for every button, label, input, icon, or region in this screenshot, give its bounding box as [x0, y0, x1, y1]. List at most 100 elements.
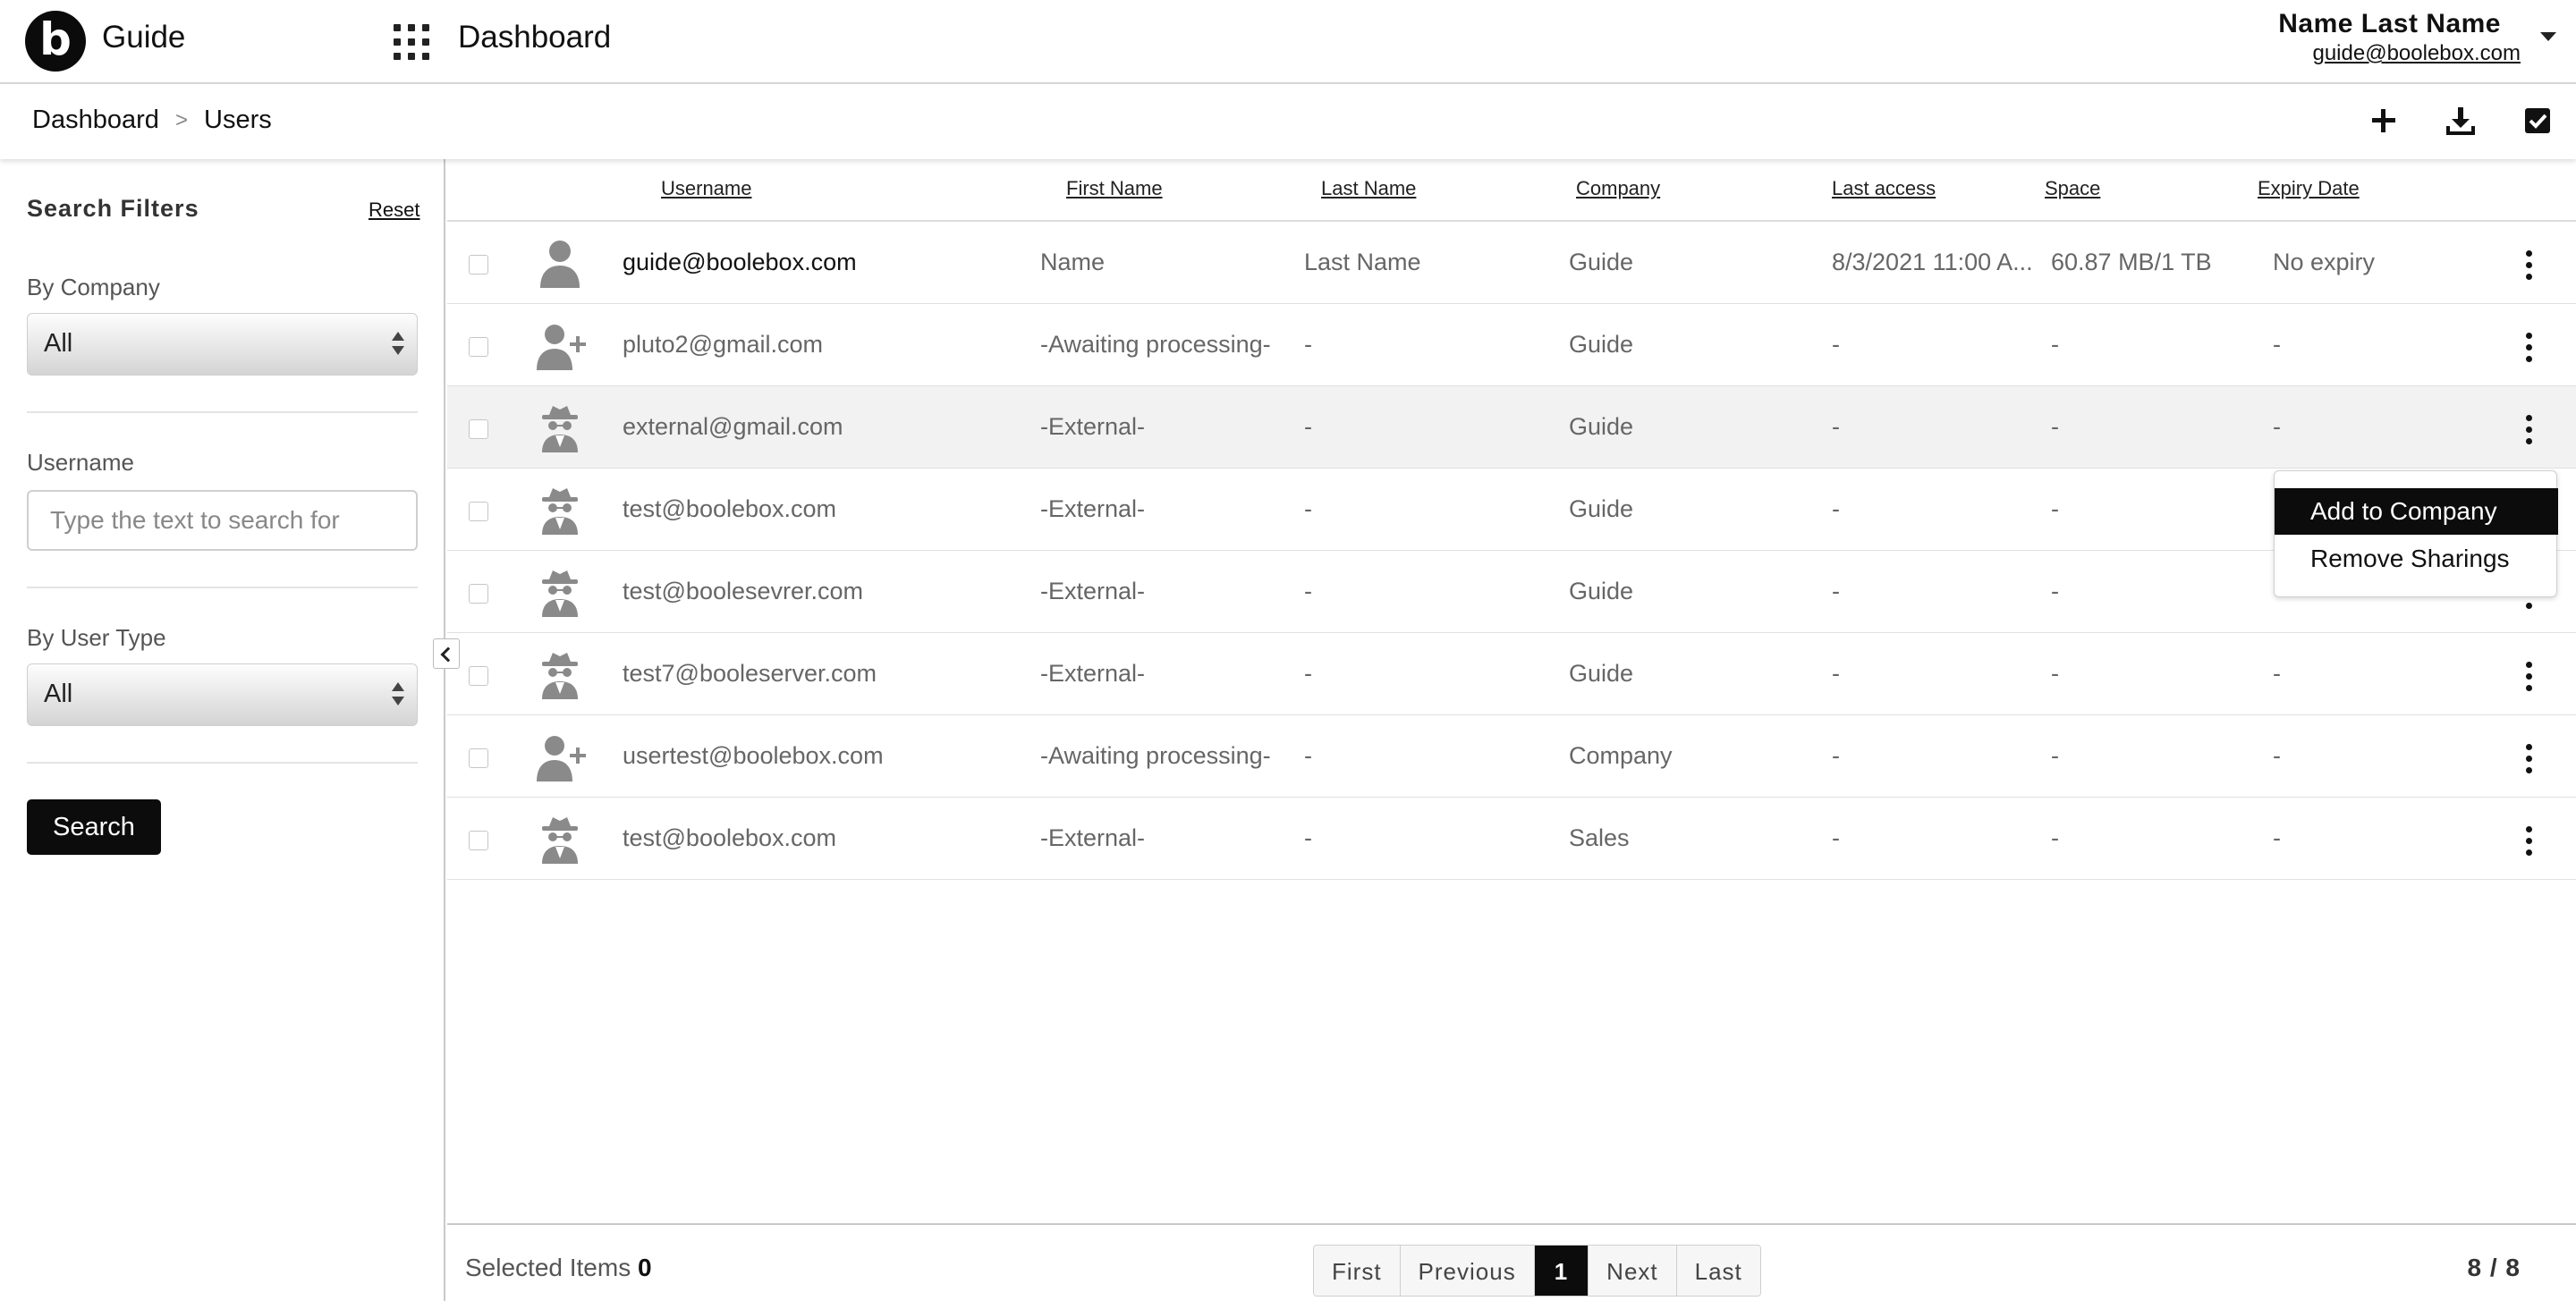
- spy-icon: [533, 649, 587, 701]
- cell-expiry-date: -: [2273, 742, 2281, 769]
- row-checkbox[interactable]: [469, 831, 488, 850]
- row-checkbox[interactable]: [469, 337, 488, 357]
- cell-expiry-date: -: [2273, 660, 2281, 687]
- cell-space: -: [2051, 660, 2059, 687]
- search-button[interactable]: Search: [27, 799, 161, 855]
- cell-space: -: [2051, 495, 2059, 522]
- reset-link[interactable]: Reset: [369, 199, 419, 222]
- column-header-expiry-date[interactable]: Expiry Date: [2258, 177, 2360, 200]
- filters-title: Search Filters: [27, 195, 199, 222]
- user-email[interactable]: guide@boolebox.com: [2312, 41, 2521, 66]
- cell-company: Guide: [1569, 249, 1634, 275]
- divider: [27, 587, 418, 588]
- column-header-username[interactable]: Username: [661, 177, 751, 200]
- table-row[interactable]: usertest@boolebox.com -Awaiting processin…: [447, 715, 2576, 798]
- cell-last-name: -: [1304, 495, 1312, 522]
- user-icon: [533, 238, 587, 290]
- row-actions-kebab-icon[interactable]: [2524, 662, 2533, 692]
- table-row[interactable]: guide@boolebox.com Name Last Name Guide 8/3/…: [447, 222, 2576, 304]
- row-actions-kebab-icon[interactable]: [2524, 250, 2533, 281]
- table-row[interactable]: external@gmail.com -External- - Guide - - -: [447, 386, 2576, 469]
- divider: [27, 762, 418, 764]
- cell-space: -: [2051, 824, 2059, 851]
- breadcrumb: Dashboard > Users: [0, 84, 2576, 159]
- record-count: 8 / 8: [2467, 1254, 2521, 1281]
- cell-first-name: -Awaiting processing-: [1040, 742, 1271, 769]
- selected-count: 0: [637, 1254, 652, 1281]
- user-add-icon: [533, 320, 587, 372]
- pager-previous-button[interactable]: Previous: [1400, 1246, 1535, 1296]
- collapse-sidebar-chevron-left-icon[interactable]: [433, 638, 460, 669]
- cell-username[interactable]: test@boolebox.com: [623, 495, 836, 523]
- row-actions-kebab-icon[interactable]: [2524, 333, 2533, 363]
- cell-expiry-date: -: [2273, 824, 2281, 851]
- search-filters-panel: Search Filters Reset By Company All User…: [0, 159, 445, 1301]
- page-title: Dashboard: [458, 20, 612, 55]
- cell-last-access: 8/3/2021 11:00 A...: [1832, 249, 2033, 275]
- row-actions-kebab-icon[interactable]: [2524, 415, 2533, 445]
- table-row[interactable]: test@boolebox.com -External- - Sales - - -: [447, 798, 2576, 880]
- cell-username[interactable]: usertest@boolebox.com: [623, 742, 884, 770]
- cell-space: -: [2051, 742, 2059, 769]
- cell-first-name: -External-: [1040, 824, 1146, 851]
- cell-first-name: -Awaiting processing-: [1040, 331, 1271, 358]
- column-header-last-name[interactable]: Last Name: [1321, 177, 1416, 200]
- cell-last-access: -: [1832, 660, 1840, 687]
- row-checkbox[interactable]: [469, 666, 488, 686]
- pager-page-1-button[interactable]: 1: [1534, 1246, 1589, 1296]
- spy-icon: [533, 814, 587, 866]
- cell-username[interactable]: guide@boolebox.com: [623, 249, 857, 276]
- cell-username[interactable]: external@gmail.com: [623, 413, 843, 441]
- username-search-input[interactable]: [27, 490, 418, 551]
- company-filter-label: By Company: [27, 274, 160, 300]
- usertype-select[interactable]: All: [27, 663, 418, 726]
- cell-company: Company: [1569, 742, 1673, 769]
- column-header-company[interactable]: Company: [1576, 177, 1660, 200]
- column-header-space[interactable]: Space: [2045, 177, 2100, 200]
- company-select[interactable]: All: [27, 313, 418, 376]
- cell-expiry-date: -: [2273, 331, 2281, 358]
- row-checkbox[interactable]: [469, 502, 488, 521]
- table-row[interactable]: pluto2@gmail.com -Awaiting processing- - Gu…: [447, 304, 2576, 386]
- cell-company: Guide: [1569, 331, 1634, 358]
- cell-company: Sales: [1569, 824, 1630, 851]
- menu-item-remove-sharings[interactable]: Remove Sharings: [2275, 536, 2558, 582]
- cell-last-name: -: [1304, 660, 1312, 687]
- row-checkbox[interactable]: [469, 584, 488, 604]
- row-actions-kebab-icon[interactable]: [2524, 826, 2533, 857]
- top-bar: b Guide Dashboard Name Last Name guide@b…: [0, 0, 2576, 84]
- cell-username[interactable]: pluto2@gmail.com: [623, 331, 823, 359]
- check-square-icon[interactable]: [2521, 104, 2555, 138]
- cell-first-name: -External-: [1040, 660, 1146, 687]
- table-row[interactable]: test@boolesevrer.com -External- - Guide - -: [447, 551, 2576, 633]
- row-checkbox[interactable]: [469, 255, 488, 275]
- user-menu-caret-icon[interactable]: [2540, 32, 2556, 41]
- cell-username[interactable]: test@boolebox.com: [623, 824, 836, 852]
- cell-first-name: -External-: [1040, 495, 1146, 522]
- row-checkbox[interactable]: [469, 748, 488, 768]
- cell-username[interactable]: test@boolesevrer.com: [623, 578, 863, 605]
- cell-username[interactable]: test7@booleserver.com: [623, 660, 877, 688]
- apps-grid-icon[interactable]: [394, 24, 429, 60]
- menu-item-add-to-company[interactable]: Add to Company: [2275, 488, 2558, 535]
- cell-last-name: -: [1304, 824, 1312, 851]
- user-name[interactable]: Name Last Name: [2278, 9, 2501, 39]
- column-header-first-name[interactable]: First Name: [1066, 177, 1163, 200]
- row-checkbox[interactable]: [469, 419, 488, 439]
- pager-last-button[interactable]: Last: [1676, 1246, 1760, 1296]
- pager-next-button[interactable]: Next: [1589, 1246, 1677, 1296]
- cell-last-access: -: [1832, 495, 1840, 522]
- cell-company: Guide: [1569, 413, 1634, 440]
- row-actions-kebab-icon[interactable]: [2524, 744, 2533, 774]
- pager-first-button[interactable]: First: [1314, 1246, 1401, 1296]
- plus-icon[interactable]: [2367, 104, 2401, 138]
- breadcrumb-dashboard[interactable]: Dashboard: [32, 106, 159, 135]
- app-title: Guide: [102, 20, 186, 55]
- column-header-last-access[interactable]: Last access: [1832, 177, 1936, 200]
- download-icon[interactable]: [2444, 104, 2478, 138]
- boolebox-logo[interactable]: b: [25, 11, 86, 72]
- table-row[interactable]: test7@booleserver.com -External- - Guide - - -: [447, 633, 2576, 715]
- table-row[interactable]: test@boolebox.com -External- - Guide - -: [447, 469, 2576, 551]
- cell-last-name: Last Name: [1304, 249, 1421, 275]
- user-add-icon: [533, 731, 587, 783]
